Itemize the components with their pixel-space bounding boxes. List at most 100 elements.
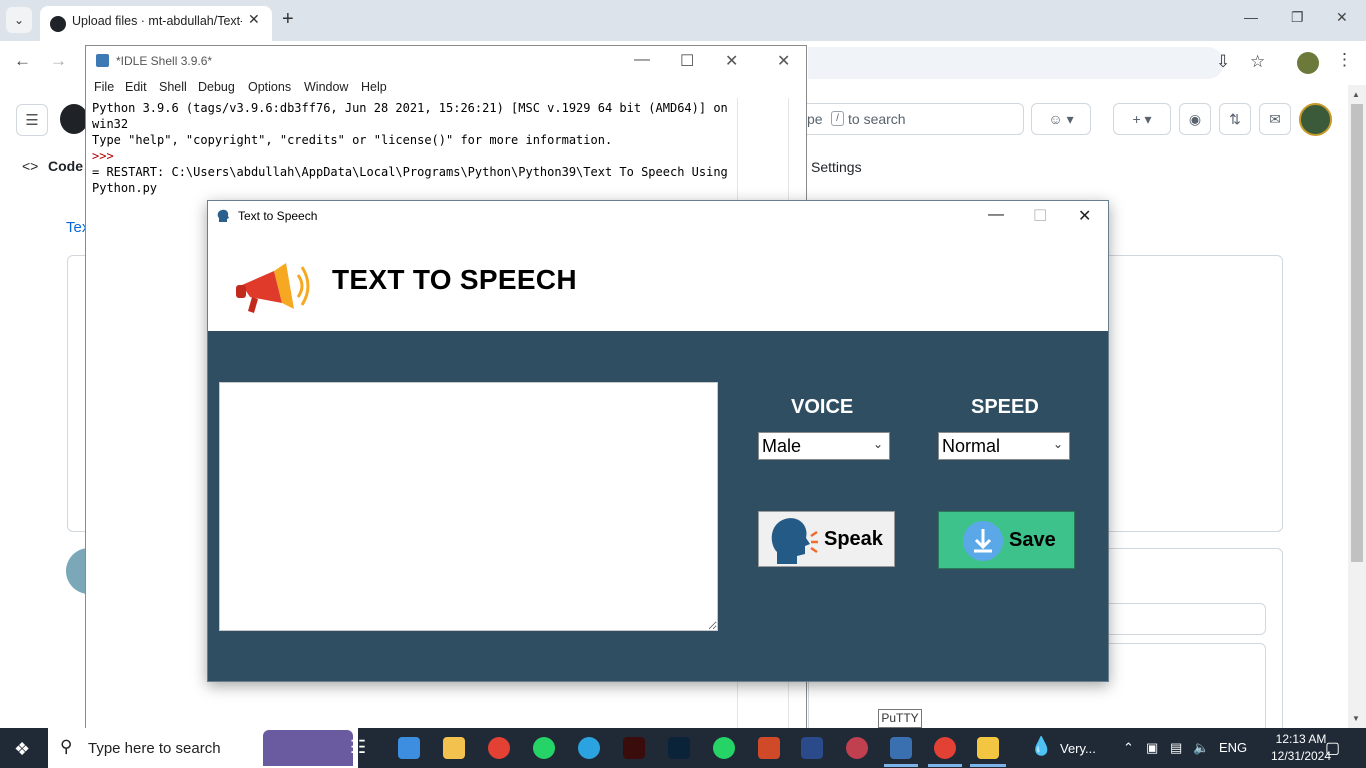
save-button[interactable]: Save xyxy=(938,511,1075,569)
new-tab-button[interactable]: + xyxy=(282,8,294,31)
menu-debug[interactable]: Debug xyxy=(198,80,235,94)
forward-arrow-icon[interactable]: → xyxy=(50,51,67,71)
save-button-label: Save xyxy=(1009,529,1056,551)
tab-settings[interactable]: Settings xyxy=(811,159,862,175)
tts-window: Text to Speech — ☐ ✕ TEXT TO SPEECH VOIC… xyxy=(207,200,1109,682)
tts-header: TEXT TO SPEECH xyxy=(208,231,1108,331)
tts-maximize-icon[interactable]: ☐ xyxy=(1033,206,1047,226)
chrome-active-icon[interactable] xyxy=(934,737,956,759)
idle-maximize-icon[interactable]: ☐ xyxy=(680,51,694,71)
browser-close-icon[interactable]: ✕ xyxy=(1336,9,1348,26)
weather-drop-icon[interactable]: 💧 xyxy=(1030,736,1052,757)
tts-heading: TEXT TO SPEECH xyxy=(332,264,577,295)
search-shortcut-key: / xyxy=(831,111,844,126)
illustrator-icon[interactable] xyxy=(623,737,645,759)
speak-button-label: Speak xyxy=(824,528,883,550)
browser-menu-icon[interactable]: ⋮ xyxy=(1336,50,1353,70)
snipping-tool-icon[interactable] xyxy=(846,737,868,759)
search-icon: ⚲ xyxy=(60,737,73,756)
tts-close-icon[interactable]: ✕ xyxy=(1078,206,1091,226)
pull-requests-icon[interactable]: ⇅ xyxy=(1219,103,1251,135)
tab-search-dropdown[interactable]: ⌄ xyxy=(6,7,32,33)
idle-minimize-icon[interactable]: — xyxy=(634,51,650,69)
browser-minimize-icon[interactable]: — xyxy=(1244,9,1258,25)
back-arrow-icon[interactable]: ← xyxy=(14,51,31,71)
speed-select-value: Normal xyxy=(942,436,1001,456)
whatsapp-icon[interactable] xyxy=(533,737,555,759)
taskbar-search-placeholder: Type here to search xyxy=(88,740,221,757)
idle-close-icon[interactable]: ✕ xyxy=(725,51,738,71)
github-logo-icon[interactable] xyxy=(60,104,88,134)
menu-file[interactable]: File xyxy=(94,80,114,94)
address-bar[interactable] xyxy=(808,47,1224,79)
menu-shell[interactable]: Shell xyxy=(159,80,187,94)
shell-prompt: >>> xyxy=(92,149,114,163)
python-idle-icon[interactable] xyxy=(977,737,999,759)
code-icon: <> xyxy=(22,158,39,174)
network-icon[interactable]: ▤ xyxy=(1170,740,1182,756)
app-grid-icon[interactable] xyxy=(758,737,780,759)
download-icon xyxy=(963,521,1003,561)
idle-title: *IDLE Shell 3.9.6* xyxy=(116,54,213,68)
menu-edit[interactable]: Edit xyxy=(125,80,147,94)
file-explorer-icon[interactable] xyxy=(443,737,465,759)
menu-options[interactable]: Options xyxy=(248,80,291,94)
scroll-down-icon[interactable]: ▼ xyxy=(1352,714,1360,723)
meet-now-icon[interactable]: ▣ xyxy=(1146,740,1158,756)
putty-icon[interactable] xyxy=(890,737,912,759)
putty-tooltip: PuTTY xyxy=(878,709,922,728)
menu-window[interactable]: Window xyxy=(304,80,348,94)
tab-close-icon[interactable]: ✕ xyxy=(248,11,260,28)
github-search-input[interactable] xyxy=(789,103,1024,135)
active-app-indicator xyxy=(970,764,1006,767)
tts-minimize-icon[interactable]: — xyxy=(988,206,1004,224)
bookmark-star-icon[interactable]: ☆ xyxy=(1250,52,1265,72)
page-scrollbar-thumb[interactable] xyxy=(1351,104,1363,562)
hamburger-menu-icon[interactable]: ☰ xyxy=(16,104,48,136)
chevron-down-icon: ⌄ xyxy=(1052,437,1063,451)
weather-text[interactable]: Very... xyxy=(1060,741,1096,756)
browser-tab-bar: ⌄ Upload files · mt-abdullah/Text- ✕ + —… xyxy=(0,0,1366,41)
chrome-icon[interactable] xyxy=(488,737,510,759)
profile-avatar[interactable] xyxy=(1297,52,1319,74)
github-favicon-icon xyxy=(50,16,66,32)
active-app-indicator xyxy=(884,764,918,767)
speaking-head-icon xyxy=(217,209,229,222)
show-hidden-icons[interactable]: ⌃ xyxy=(1123,740,1134,756)
volume-icon[interactable]: 🔈 xyxy=(1193,740,1209,756)
microsoft-store-icon[interactable] xyxy=(398,737,420,759)
task-view-icon[interactable]: ☷ xyxy=(350,737,366,758)
github-avatar[interactable] xyxy=(1299,103,1332,136)
dev-cpp-icon[interactable] xyxy=(801,737,823,759)
browser-tab-active[interactable]: Upload files · mt-abdullah/Text- ✕ xyxy=(40,6,272,41)
speak-button[interactable]: Speak xyxy=(758,511,895,567)
windows-start-icon[interactable]: ❖ xyxy=(14,739,30,760)
speaking-head-icon xyxy=(771,518,818,564)
copilot-button[interactable]: ☺ ▾ xyxy=(1031,103,1091,135)
whatsapp-desktop-icon[interactable] xyxy=(713,737,735,759)
search-highlight-image xyxy=(263,730,353,766)
shell-output[interactable]: Python 3.9.6 (tags/v3.9.6:db3ff76, Jun 2… xyxy=(92,100,738,196)
telegram-icon[interactable] xyxy=(578,737,600,759)
inbox-icon[interactable]: ✉ xyxy=(1259,103,1291,135)
create-new-button[interactable]: + ▾ xyxy=(1113,103,1171,135)
speed-select[interactable]: Normal ⌄ xyxy=(938,432,1070,460)
taskbar-search-box[interactable]: ⚲ Type here to search xyxy=(48,728,358,768)
idle-close-shadow-icon[interactable]: ✕ xyxy=(777,51,790,71)
voice-label: VOICE xyxy=(791,396,854,418)
shell-line: Type "help", "copyright", "credits" or "… xyxy=(92,133,613,147)
photoshop-icon[interactable] xyxy=(668,737,690,759)
active-app-indicator xyxy=(928,764,962,767)
language-indicator[interactable]: ENG xyxy=(1219,740,1247,755)
voice-select[interactable]: Male ⌄ xyxy=(758,432,890,460)
install-app-icon[interactable]: ⇩ xyxy=(1216,52,1230,72)
notification-icon[interactable]: ▢ xyxy=(1325,738,1340,758)
scroll-up-icon[interactable]: ▲ xyxy=(1352,90,1360,99)
menu-help[interactable]: Help xyxy=(361,80,387,94)
text-input-area[interactable] xyxy=(219,382,718,631)
idle-menu-bar: File Edit Shell Debug Options Window Hel… xyxy=(86,76,806,98)
tab-code[interactable]: Code xyxy=(48,158,83,174)
voice-select-value: Male xyxy=(762,436,802,456)
issues-icon[interactable]: ◉ xyxy=(1179,103,1211,135)
browser-restore-icon[interactable]: ❐ xyxy=(1291,9,1304,26)
